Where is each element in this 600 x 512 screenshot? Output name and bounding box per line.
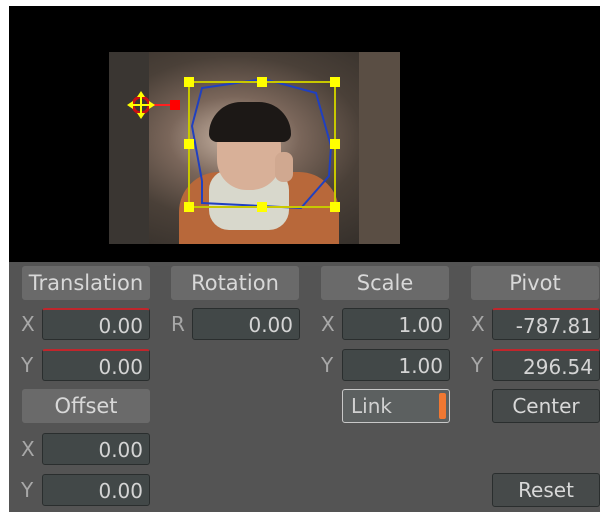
scale-x-label: X	[321, 312, 335, 336]
translation-x-field[interactable]: 0.00	[42, 308, 150, 340]
offset-y-label: Y	[21, 478, 34, 502]
offset-header: Offset	[22, 389, 150, 423]
pivot-x-field[interactable]: -787.81	[492, 308, 600, 340]
transform-panel: Translation Rotation Scale Pivot X 0.00 …	[9, 262, 600, 512]
handle-middle-left[interactable]	[184, 139, 194, 149]
reset-button[interactable]: Reset	[492, 473, 600, 507]
translation-y-label: Y	[21, 353, 34, 377]
rotation-field[interactable]: 0.00	[192, 308, 300, 340]
pivot-x-label: X	[471, 312, 485, 336]
offset-x-label: X	[21, 437, 35, 461]
offset-x-field[interactable]: 0.00	[42, 433, 150, 465]
offset-y-field[interactable]: 0.00	[42, 474, 150, 506]
rotation-r-label: R	[171, 312, 185, 336]
scale-header: Scale	[321, 266, 449, 300]
handle-bottom-left[interactable]	[184, 202, 194, 212]
image-viewer[interactable]	[9, 6, 600, 262]
rotation-header: Rotation	[171, 266, 299, 300]
handle-bottom-center[interactable]	[257, 202, 267, 212]
handle-bottom-right[interactable]	[330, 202, 340, 212]
scale-x-field[interactable]: 1.00	[342, 308, 450, 340]
mask-outline[interactable]	[190, 77, 333, 210]
translation-x-label: X	[21, 312, 35, 336]
link-label: Link	[351, 394, 392, 418]
center-button[interactable]: Center	[492, 389, 600, 423]
pivot-marker-icon[interactable]	[127, 91, 180, 119]
translation-y-field[interactable]: 0.00	[42, 349, 150, 381]
transform-overlay	[127, 77, 340, 212]
pivot-y-field[interactable]: 296.54	[492, 349, 600, 381]
link-active-indicator	[439, 393, 446, 419]
pivot-header: Pivot	[471, 266, 599, 300]
scale-y-field[interactable]: 1.00	[342, 349, 450, 381]
scale-y-label: Y	[321, 353, 334, 377]
handle-top-right[interactable]	[330, 77, 340, 87]
handle-middle-right[interactable]	[330, 139, 340, 149]
translation-header: Translation	[22, 266, 150, 300]
scale-link-toggle[interactable]: Link	[342, 389, 450, 423]
bounding-box[interactable]	[188, 81, 336, 208]
handle-top-center[interactable]	[257, 77, 267, 87]
pivot-y-label: Y	[471, 353, 484, 377]
handle-top-left[interactable]	[184, 77, 194, 87]
